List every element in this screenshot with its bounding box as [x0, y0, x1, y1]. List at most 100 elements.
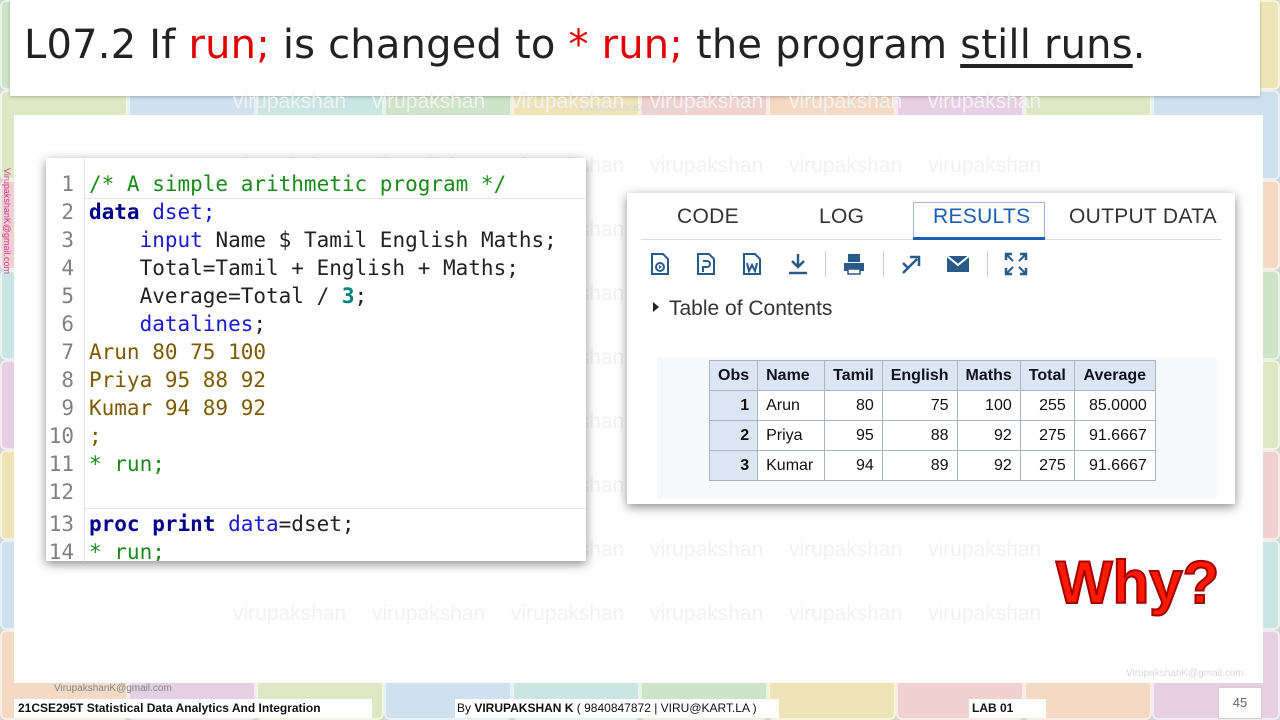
line-number: 3 — [61, 228, 74, 252]
email-watermark-bottom-left: VirupakshanK@gmail.com — [54, 683, 172, 694]
code-text: /* A simple arithmetic program */ — [89, 172, 507, 196]
side-email-watermark: VirupakshanK@gmail.com — [2, 168, 12, 275]
line-number: 9 — [61, 396, 74, 420]
lab-footer: LAB 01 — [969, 699, 1046, 718]
line-number: 7 — [61, 340, 74, 364]
line-number: 8 — [61, 368, 74, 392]
code-text: Average=Total / — [89, 284, 342, 308]
download-pdf-icon[interactable] — [693, 251, 719, 277]
datalines-row: Kumar 94 89 92 — [89, 396, 267, 420]
keyword: datalines — [89, 312, 254, 336]
code-line-2: 2 data dset; — [46, 198, 586, 226]
code-line-14: 14 * run; — [46, 538, 586, 561]
code-line-13: 13 proc print data=dset; — [46, 510, 586, 538]
title-bar: L07.2 If run; is changed to * run; the p… — [10, 0, 1260, 96]
toolbar-separator — [825, 251, 826, 277]
col-header: Tamil — [824, 360, 883, 391]
author-contact: ( 9840847872 | VIRU@KART.LA ) — [573, 701, 757, 715]
table-header-row: Obs Name Tamil English Maths Total Avera… — [708, 360, 1156, 391]
expand-triangle-icon — [653, 302, 659, 312]
table-cell: 75 — [881, 390, 958, 421]
tab-code[interactable]: CODE — [677, 205, 739, 229]
tab-log[interactable]: LOG — [819, 205, 864, 229]
code-line-6: 6 datalines; — [46, 310, 586, 338]
toolbar-separator — [987, 251, 988, 277]
table-row: 1 Arun 80 75 100 255 85.0000 — [708, 390, 1156, 421]
slide-title: L07.2 If run; is changed to * run; the p… — [24, 22, 1146, 68]
keyword: data — [89, 200, 140, 224]
datalines-row: Priya 95 88 92 — [89, 368, 267, 392]
title-underlined: still runs — [960, 22, 1133, 68]
tab-results[interactable]: RESULTS — [933, 205, 1030, 229]
table-of-contents-toggle[interactable]: Table of Contents — [653, 297, 832, 321]
table-cell: 1 — [708, 390, 759, 421]
option-keyword: data — [215, 512, 279, 536]
code-line-1: 1 /* A simple arithmetic program */ — [46, 170, 586, 198]
line-number: 2 — [61, 200, 74, 224]
table-cell: 275 — [1019, 420, 1075, 451]
table-cell: 95 — [824, 420, 883, 451]
download-rtf-icon[interactable] — [739, 251, 765, 277]
title-run-statement: run; — [188, 22, 270, 68]
author-prefix: By — [457, 701, 475, 715]
author-name: VIRUPAKSHAN K — [474, 701, 574, 715]
title-prefix: L07.2 If — [24, 22, 189, 68]
table-cell: 2 — [708, 420, 759, 451]
sas-results-panel: CODE LOG RESULTS OUTPUT DATA Table of Co… — [627, 193, 1235, 504]
download-icon[interactable] — [785, 251, 811, 277]
code-line-9: 9 Kumar 94 89 92 — [46, 394, 586, 422]
title-period: . — [1132, 22, 1146, 68]
line-separator — [84, 508, 586, 509]
code-line-12: 12 — [46, 478, 586, 506]
code-text: ; — [89, 424, 102, 448]
toolbar-separator — [883, 251, 884, 277]
author-footer: By VIRUPAKSHAN K ( 9840847872 | VIRU@KAR… — [455, 699, 779, 718]
tab-output-data[interactable]: OUTPUT DATA — [1069, 205, 1217, 229]
code-line-3: 3 input Name $ Tamil English Maths; — [46, 226, 586, 254]
maximize-icon[interactable] — [1003, 251, 1029, 277]
keyword: proc print — [89, 512, 216, 536]
col-header: English — [881, 360, 958, 391]
code-line-5: 5 Average=Total / 3; — [46, 282, 586, 310]
print-icon[interactable] — [841, 251, 867, 277]
code-line-10: 10; — [46, 422, 586, 450]
line-number: 10 — [48, 424, 74, 448]
toc-label: Table of Contents — [669, 297, 833, 320]
table-cell: 80 — [824, 390, 883, 421]
datalines-row: Arun 80 75 100 — [89, 340, 267, 364]
code-line-7: 7 Arun 80 75 100 — [46, 338, 586, 366]
col-header: Obs — [708, 360, 759, 391]
open-in-browser-icon[interactable] — [647, 251, 673, 277]
line-number: 6 — [61, 312, 74, 336]
code-editor: 1 /* A simple arithmetic program */ 2 data… — [46, 158, 586, 561]
col-header: Total — [1019, 360, 1075, 391]
table-cell: 88 — [881, 420, 958, 451]
line-number: 14 — [48, 540, 74, 561]
table-cell: 275 — [1019, 450, 1075, 481]
table-cell: Priya — [757, 420, 826, 451]
code-text: ; — [354, 284, 368, 308]
table-cell: 3 — [708, 450, 759, 481]
email-watermark-top: VirupakshanK@gmail.com — [578, 103, 696, 114]
table-cell: Arun — [757, 390, 826, 421]
code-line-8: 8 Priya 95 88 92 — [46, 366, 586, 394]
table-cell: Kumar — [757, 450, 826, 481]
page-number: 45 — [1218, 687, 1262, 719]
line-number: 12 — [48, 480, 74, 504]
line-number: 13 — [48, 512, 74, 536]
email-icon[interactable] — [945, 251, 971, 277]
line-number: 1 — [61, 172, 74, 196]
col-header: Name — [757, 360, 826, 391]
title-middle: is changed to — [269, 22, 569, 68]
code-text: dset; — [139, 200, 216, 224]
table-cell: 92 — [956, 450, 1021, 481]
code-line-4: 4 Total=Tamil + English + Maths; — [46, 254, 586, 282]
table-cell: 89 — [881, 450, 958, 481]
title-suffix: the program — [683, 22, 961, 68]
table-cell: 94 — [824, 450, 883, 481]
open-new-window-icon[interactable] — [899, 251, 925, 277]
table-cell: 85.0000 — [1073, 390, 1156, 421]
line-number: 5 — [61, 284, 74, 308]
table-cell: 92 — [956, 420, 1021, 451]
line-number: 4 — [61, 256, 74, 280]
